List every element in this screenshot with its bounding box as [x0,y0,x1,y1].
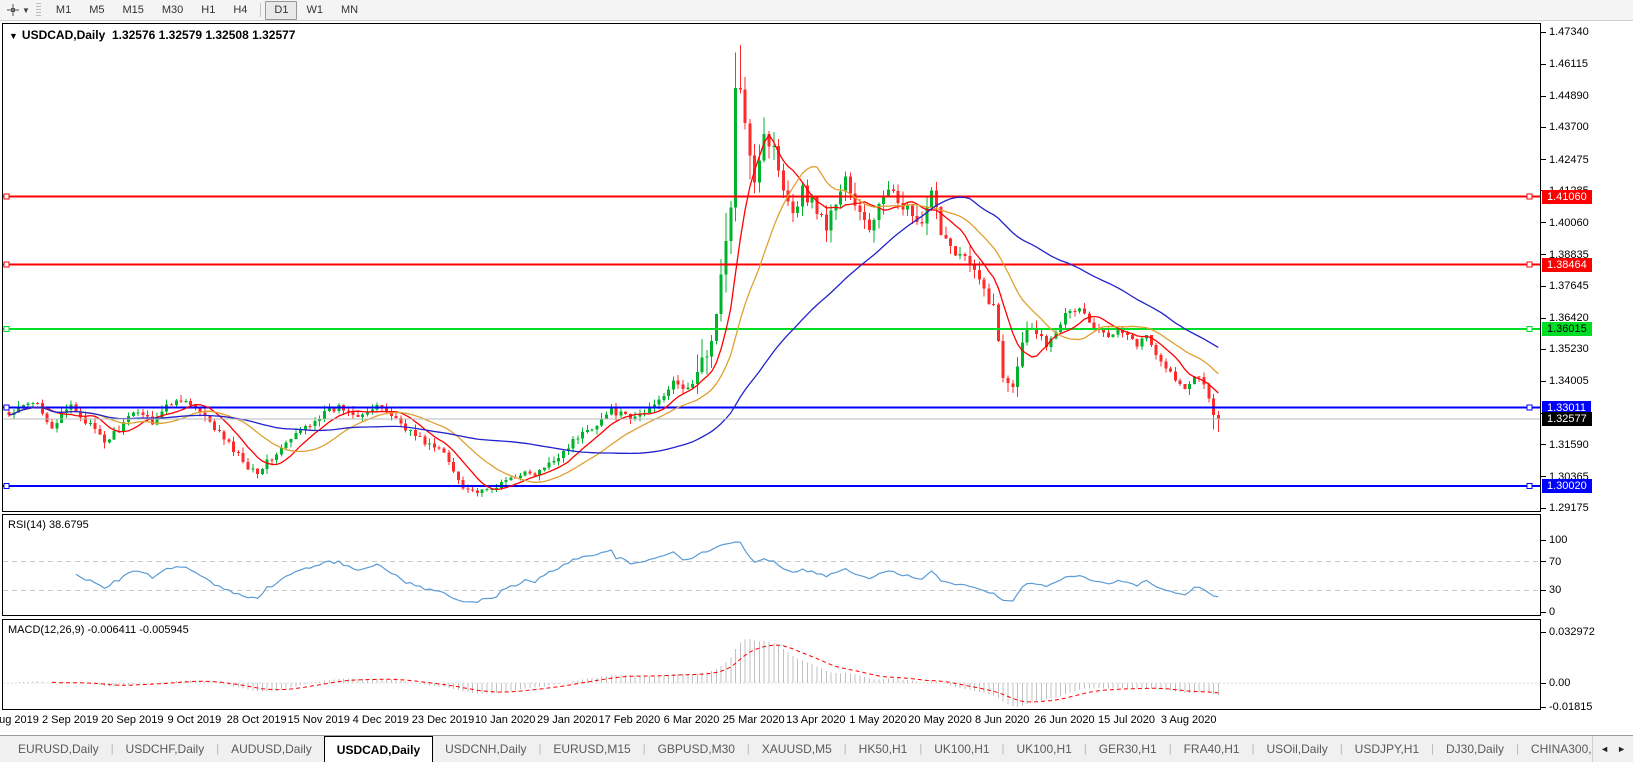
date-axis-label: 1 May 2020 [849,714,907,726]
rsi-axis-tick: 70 [1541,556,1561,568]
date-axis-label: 26 Jun 2020 [1034,714,1095,726]
rsi-axis-tick: 30 [1541,584,1561,596]
date-axis-label: 13 Apr 2020 [786,714,846,726]
timeframe-button-m15[interactable]: M15 [113,1,152,20]
chart-tab-fra40-h1[interactable]: FRA40,H1 [1172,736,1252,762]
date-axis-label: 4 Dec 2019 [352,714,409,726]
date-axis-label: 23 Dec 2019 [411,714,475,726]
chart-tab-uk100-h1[interactable]: UK100,H1 [922,736,1001,762]
chart-tab-eurusd-daily[interactable]: EURUSD,Daily [6,736,111,762]
timeframe-button-w1[interactable]: W1 [297,1,332,20]
top-toolbar: ▼ M1 M5 M15 M30 H1 H4 D1 W1 MN [0,0,1633,21]
date-axis-label: 17 Feb 2020 [598,714,661,726]
chart-tab-usdjpy-h1[interactable]: USDJPY,H1 [1343,736,1431,762]
timeframe-button-mn[interactable]: MN [332,1,367,20]
price-chart-panel[interactable]: ▼ USDCAD,Daily 1.32576 1.32579 1.32508 1.… [2,23,1541,512]
hline-price-badge[interactable]: 1.30020 [1542,478,1592,493]
chart-tab-usoil-daily[interactable]: USOil,Daily [1254,736,1339,762]
rsi-indicator-panel[interactable]: RSI(14) 38.6795 [2,514,1541,616]
macd-indicator-panel[interactable]: MACD(12,26,9) -0.006411 -0.005945 [2,619,1541,710]
date-axis-label: 28 Oct 2019 [226,714,287,726]
date-axis-label: 8 Jun 2020 [974,714,1030,726]
date-axis-label: 2 Sep 2019 [41,714,99,726]
macd-label: MACD(12,26,9) -0.006411 -0.005945 [8,624,189,636]
date-axis-label: 25 Mar 2020 [722,714,785,726]
chart-tab-xauusd-m5[interactable]: XAUUSD,M5 [750,736,844,762]
date-axis-label: 20 Sep 2019 [101,714,164,726]
ohlc-values: 1.32576 1.32579 1.32508 1.32577 [111,28,296,42]
chevron-down-icon[interactable]: ▼ [22,6,30,15]
symbol-title: USDCAD,Daily [21,28,106,42]
chart-tab-bar: EURUSD,Daily | USDCHF,Daily | AUDUSD,Daily US… [0,735,1633,762]
chart-tab-uk100-h1[interactable]: UK100,H1 [1004,736,1083,762]
chart-window: ▼ USDCAD,Daily 1.32576 1.32579 1.32508 1.… [0,21,1633,735]
timeframe-button-h4[interactable]: H4 [224,1,256,20]
timeframe-button-m1[interactable]: M1 [47,1,80,20]
chart-tab-usdchf-daily[interactable]: USDCHF,Daily [114,736,217,762]
hline-price-badge[interactable]: 1.36015 [1542,321,1592,336]
chart-tab-usdcnh-daily[interactable]: USDCNH,Daily [433,736,538,762]
collapse-icon[interactable]: ▼ [9,31,18,41]
time-axis[interactable]: 14 Aug 20192 Sep 201920 Sep 20199 Oct 20… [0,712,1541,732]
toolbar-grip[interactable] [35,2,41,18]
price-axis-tick: 1.37645 [1541,280,1589,292]
price-axis-tick: 1.42475 [1541,154,1589,166]
price-axis-tick: 1.29175 [1541,502,1589,514]
chart-tab-ger30-h1[interactable]: GER30,H1 [1087,736,1169,762]
chart-tab-eurusd-m15[interactable]: EURUSD,M15 [541,736,642,762]
chart-tab-usdcad-daily[interactable]: USDCAD,Daily [323,736,434,762]
chart-tab-gbpusd-m30[interactable]: GBPUSD,M30 [646,736,747,762]
timeframe-button-d1[interactable]: D1 [265,0,298,20]
current-price-badge: 1.32577 [1542,411,1592,426]
rsi-axis-tick: 100 [1541,534,1567,546]
chart-tab-dj30-daily[interactable]: DJ30,Daily [1434,736,1516,762]
timeframe-buttons: M1 M5 M15 M30 H1 H4 D1 W1 MN [47,0,367,20]
chart-tab-audusd-daily[interactable]: AUDUSD,Daily [219,736,324,762]
timeframe-button-m5[interactable]: M5 [80,1,113,20]
rsi-label: RSI(14) 38.6795 [8,519,89,531]
date-axis-label: 6 Mar 2020 [663,714,720,726]
timeframe-button-h1[interactable]: H1 [192,1,224,20]
price-axis[interactable]: 1.473401.461151.448901.437001.424751.412… [1541,21,1633,735]
timeframe-button-m30[interactable]: M30 [153,1,192,20]
date-axis-label: 3 Aug 2020 [1160,714,1217,726]
price-axis-tick: 1.44890 [1541,90,1589,102]
date-axis-label: 9 Oct 2019 [167,714,222,726]
date-axis-label: 20 May 2020 [908,714,972,726]
tab-scroll-right-icon[interactable]: ► [1617,744,1626,754]
crosshair-tool-icon[interactable] [6,3,20,17]
chart-title: ▼ USDCAD,Daily 1.32576 1.32579 1.32508 1.… [9,28,295,42]
macd-axis-tick: 0.00 [1541,677,1570,689]
tab-scroll-left-icon[interactable]: ◄ [1600,744,1609,754]
price-axis-tick: 1.40060 [1541,217,1589,229]
toolbar-separator [260,3,262,17]
price-axis-tick: 1.46115 [1541,58,1588,70]
tab-scroll-buttons: ◄ ► [1592,736,1633,762]
price-axis-tick: 1.43700 [1541,121,1589,133]
hline-price-badge[interactable]: 1.38464 [1542,257,1592,272]
price-axis-tick: 1.34005 [1541,375,1589,387]
date-axis-label: 29 Jan 2020 [537,714,598,726]
hline-price-badge[interactable]: 1.41060 [1542,189,1592,204]
date-axis-label: 14 Aug 2019 [0,714,39,726]
macd-axis-tick: -0.01815 [1541,701,1592,713]
date-axis-label: 15 Nov 2019 [287,714,350,726]
rsi-axis-tick: 0 [1541,606,1555,618]
price-axis-tick: 1.35230 [1541,343,1589,355]
price-axis-tick: 1.31590 [1541,439,1589,451]
price-axis-tick: 1.47340 [1541,26,1589,38]
date-axis-label: 15 Jul 2020 [1098,714,1155,726]
macd-axis-tick: 0.032972 [1541,626,1595,638]
date-axis-label: 10 Jan 2020 [474,714,536,726]
chart-tab-hk50-h1[interactable]: HK50,H1 [847,736,920,762]
